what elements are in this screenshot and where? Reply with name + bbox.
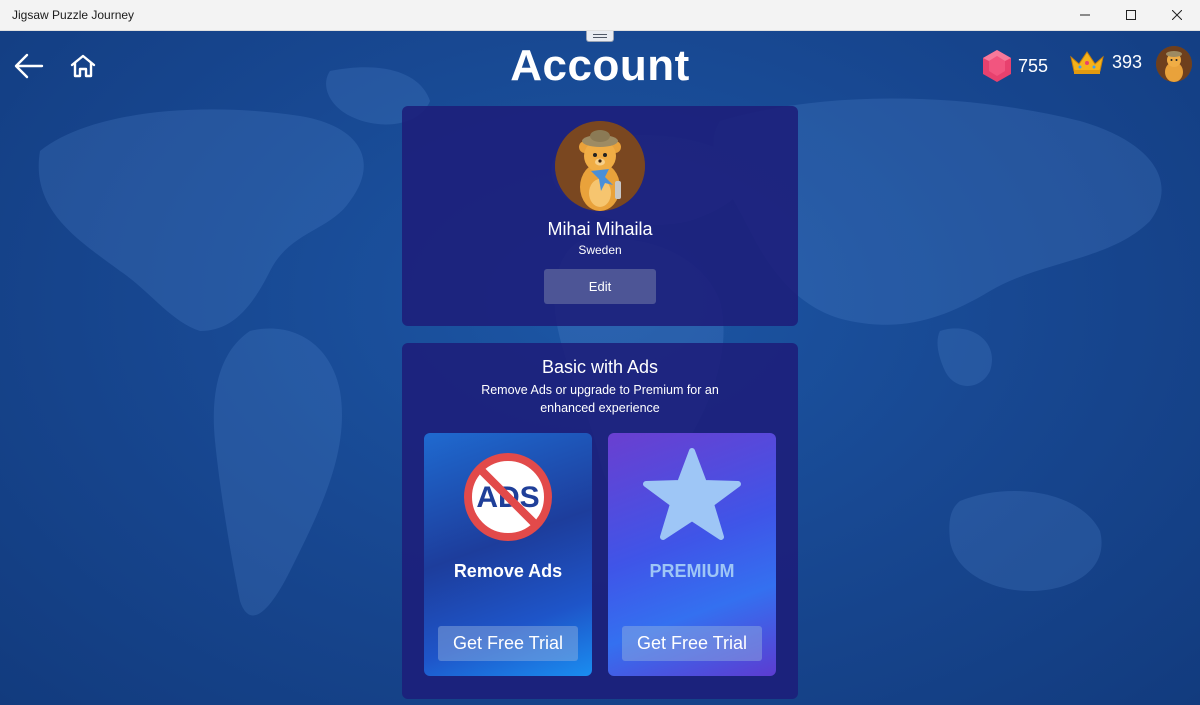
close-button[interactable] [1154, 0, 1200, 31]
plan-description: Remove Ads or upgrade to Premium for an … [481, 383, 719, 415]
bear-avatar-icon [1156, 46, 1192, 82]
app-content: Account 755 393 Mihai Mihaila Sweden Edi… [0, 31, 1200, 705]
crowns-counter: 393 [1068, 49, 1142, 75]
window-titlebar: Jigsaw Puzzle Journey [0, 0, 1200, 31]
gems-value: 755 [1018, 55, 1049, 76]
maximize-button[interactable] [1108, 0, 1154, 31]
subscription-panel: Basic with Ads Remove Ads or upgrade to … [402, 343, 798, 699]
crown-icon [1070, 51, 1104, 74]
bear-avatar-icon [555, 121, 645, 211]
edit-profile-button[interactable]: Edit [544, 269, 656, 304]
close-icon [1172, 10, 1182, 20]
minimize-icon [1080, 14, 1090, 16]
gems-counter: 755 [982, 49, 1048, 83]
remove-ads-trial-button[interactable]: Get Free Trial [438, 626, 578, 661]
premium-trial-button[interactable]: Get Free Trial [622, 626, 762, 661]
profile-avatar [555, 121, 645, 211]
gem-icon [983, 50, 1011, 82]
crowns-value: 393 [1112, 51, 1143, 72]
star-icon [643, 448, 741, 540]
minimize-button[interactable] [1062, 0, 1108, 31]
no-ads-icon: ADS [464, 453, 552, 541]
plan-title: Basic with Ads [541, 357, 659, 377]
window-title: Jigsaw Puzzle Journey [12, 8, 135, 22]
premium-card[interactable]: PREMIUM Get Free Trial [608, 433, 776, 676]
header-avatar[interactable] [1156, 46, 1192, 82]
remove-ads-label: Remove Ads [453, 561, 563, 581]
maximize-icon [1126, 10, 1136, 20]
premium-label: PREMIUM [649, 561, 735, 581]
top-bar: Account 755 393 [0, 31, 1200, 103]
user-name: Mihai Mihaila [547, 219, 653, 239]
user-country: Sweden [578, 243, 622, 257]
profile-panel: Mihai Mihaila Sweden Edit [402, 106, 798, 326]
remove-ads-card[interactable]: ADS Remove Ads Get Free Trial [424, 433, 592, 676]
